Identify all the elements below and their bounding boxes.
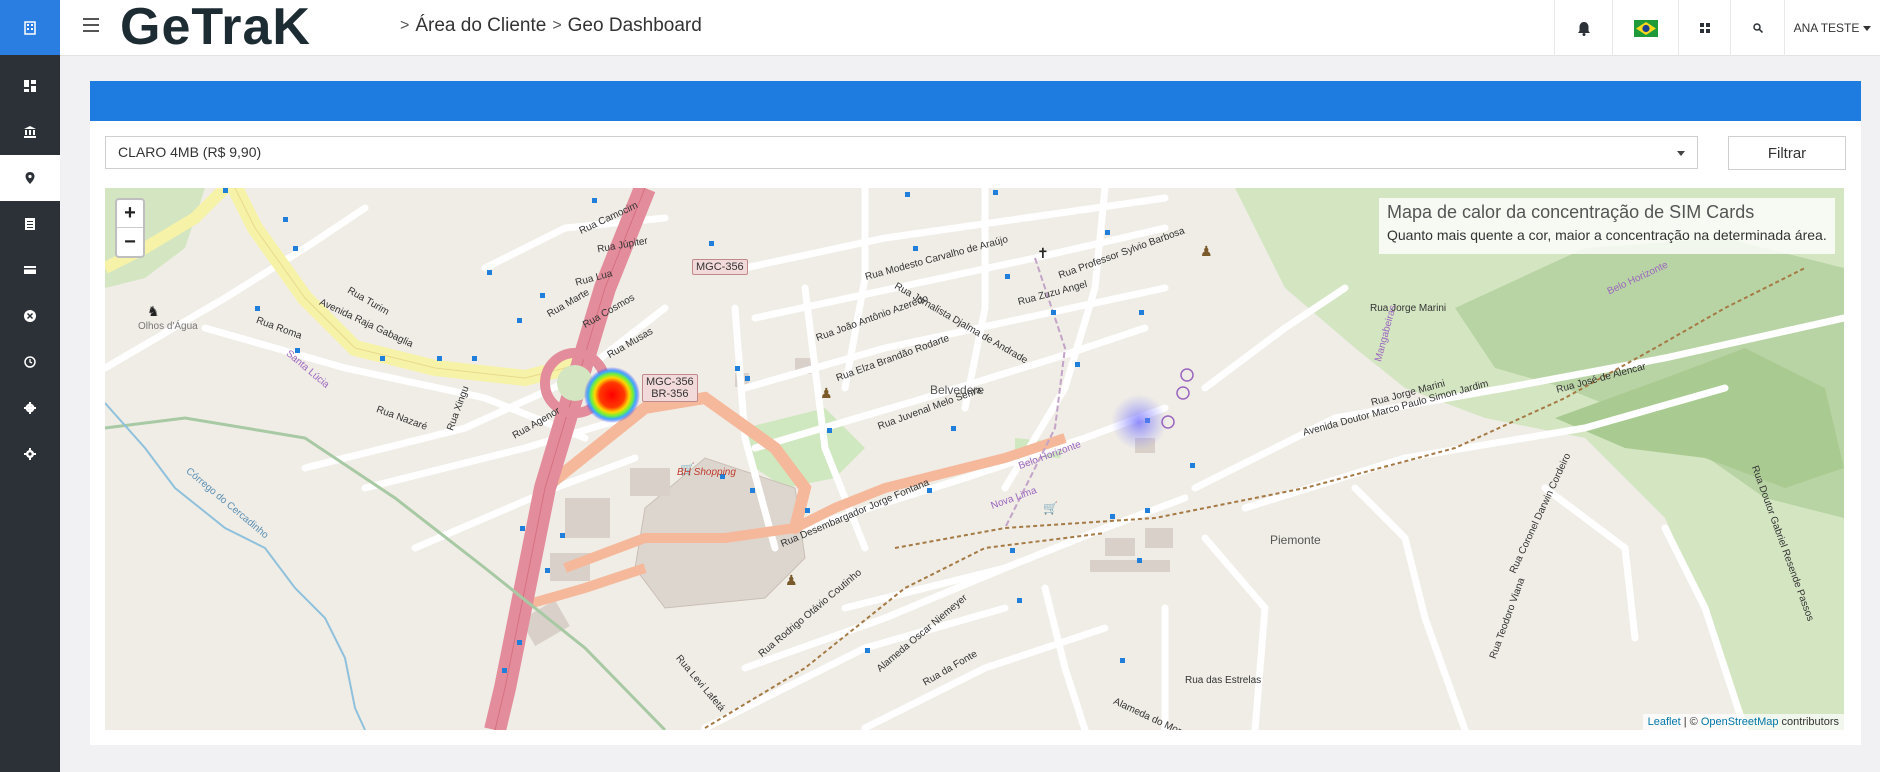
plan-select-value: CLARO 4MB (R$ 9,90) [118, 144, 262, 160]
legend-title: Mapa de calor da concentração de SIM Car… [1387, 202, 1755, 222]
dashboard-icon [24, 80, 36, 92]
zoom-control: + − [115, 198, 145, 258]
brazil-flag-icon [1633, 19, 1658, 37]
settings-icon [24, 402, 36, 414]
topbar: GeTraK > Área do Cliente > Geo Dashboard… [60, 0, 1880, 56]
map-attribution: Leaflet | © OpenStreetMap contributors [1642, 714, 1844, 730]
attribution-suffix: contributors [1778, 716, 1839, 728]
history-icon [24, 356, 36, 368]
svg-text:♟: ♟ [1200, 243, 1213, 259]
search-button[interactable] [1730, 0, 1784, 56]
sidebar-item-documents[interactable] [0, 201, 60, 247]
breadcrumb-separator: > [552, 17, 562, 34]
breadcrumb-item-geo-dashboard: Geo Dashboard [567, 15, 702, 36]
map-label-mgc356: MGC-356 [692, 259, 748, 275]
map-label-mgc356-br356: MGC-356 BR-356 [642, 374, 698, 402]
user-name: ANA TESTE [1793, 21, 1860, 35]
svg-text:✝: ✝ [1037, 245, 1049, 261]
geo-dashboard-panel: CLARO 4MB (R$ 9,90) Filtrar ♞ ♟ ♟ ✝ ♟ 🛒 … [90, 81, 1861, 745]
app-logo[interactable]: GeTraK [120, 1, 311, 53]
leaflet-link[interactable]: Leaflet [1648, 716, 1681, 728]
sidebar-item-cancel[interactable] [0, 293, 60, 339]
svg-text:🛒: 🛒 [1043, 501, 1058, 515]
map-label-br356-line: BR-356 [651, 388, 689, 400]
map-label-piemonte: Piemonte [1270, 533, 1321, 547]
sidebar-item-support[interactable] [0, 385, 60, 431]
gear-icon [24, 448, 36, 460]
sidebar-item-cards[interactable] [0, 247, 60, 293]
map-label-bh-shopping: BH Shopping [677, 467, 736, 478]
sidebar-item-geo[interactable] [0, 155, 60, 201]
heat-spot-cool [1111, 394, 1167, 450]
svg-text:♞: ♞ [147, 303, 160, 319]
sidebar [0, 0, 60, 772]
sidebar-item-bank[interactable] [0, 109, 60, 155]
document-icon [25, 218, 35, 230]
map-marker-icon [25, 172, 35, 184]
zoom-in-button[interactable]: + [117, 200, 143, 228]
grid-icon [1699, 23, 1710, 33]
heatmap-map[interactable]: ♞ ♟ ♟ ✝ ♟ 🛒 🛒 MGC-356 MGC-356 BR-356 Bel… [105, 188, 1844, 730]
sidebar-item-history[interactable] [0, 339, 60, 385]
zoom-out-button[interactable]: − [117, 228, 143, 256]
svg-text:♟: ♟ [785, 572, 798, 588]
apps-button[interactable] [1678, 0, 1730, 56]
building-icon [24, 20, 36, 35]
attribution-separator: | © [1680, 716, 1701, 728]
map-label-olhos-dagua: Olhos d'Água [138, 321, 198, 332]
breadcrumb: > Área do Cliente > Geo Dashboard [400, 15, 702, 37]
caret-down-icon [1863, 25, 1872, 31]
chevron-down-icon [1677, 151, 1685, 156]
breadcrumb-separator: > [400, 17, 410, 34]
plan-select[interactable]: CLARO 4MB (R$ 9,90) [105, 136, 1698, 169]
svg-text:♟: ♟ [820, 385, 833, 401]
user-menu[interactable]: ANA TESTE [1784, 0, 1880, 56]
language-button[interactable] [1612, 0, 1678, 56]
panel-header-bar [90, 81, 1861, 121]
sidebar-item-settings[interactable] [0, 431, 60, 477]
openstreetmap-link[interactable]: OpenStreetMap [1701, 716, 1779, 728]
bank-icon [24, 126, 36, 138]
close-circle-icon [24, 310, 36, 322]
heat-spot-hot [584, 367, 640, 423]
heatmap-legend: Mapa de calor da concentração de SIM Car… [1379, 198, 1835, 254]
menu-toggle-icon[interactable] [83, 18, 99, 32]
notifications-button[interactable] [1554, 0, 1612, 56]
card-icon [24, 266, 36, 274]
legend-subtitle: Quanto mais quente a cor, maior a concen… [1387, 227, 1827, 243]
map-label-rua-jorge-marini: Rua Jorge Marini [1370, 303, 1447, 314]
sidebar-home-button[interactable] [0, 0, 60, 55]
filter-button[interactable]: Filtrar [1728, 136, 1846, 170]
map-label-mgc356-line: MGC-356 [646, 376, 694, 388]
map-label-rua-das-estrelas: Rua das Estrelas [1185, 675, 1262, 686]
search-icon [1752, 23, 1763, 33]
topbar-actions: ANA TESTE [1554, 0, 1880, 56]
breadcrumb-item-area-cliente[interactable]: Área do Cliente [415, 15, 546, 37]
bell-icon [1577, 21, 1590, 36]
sidebar-item-dashboard[interactable] [0, 63, 60, 109]
